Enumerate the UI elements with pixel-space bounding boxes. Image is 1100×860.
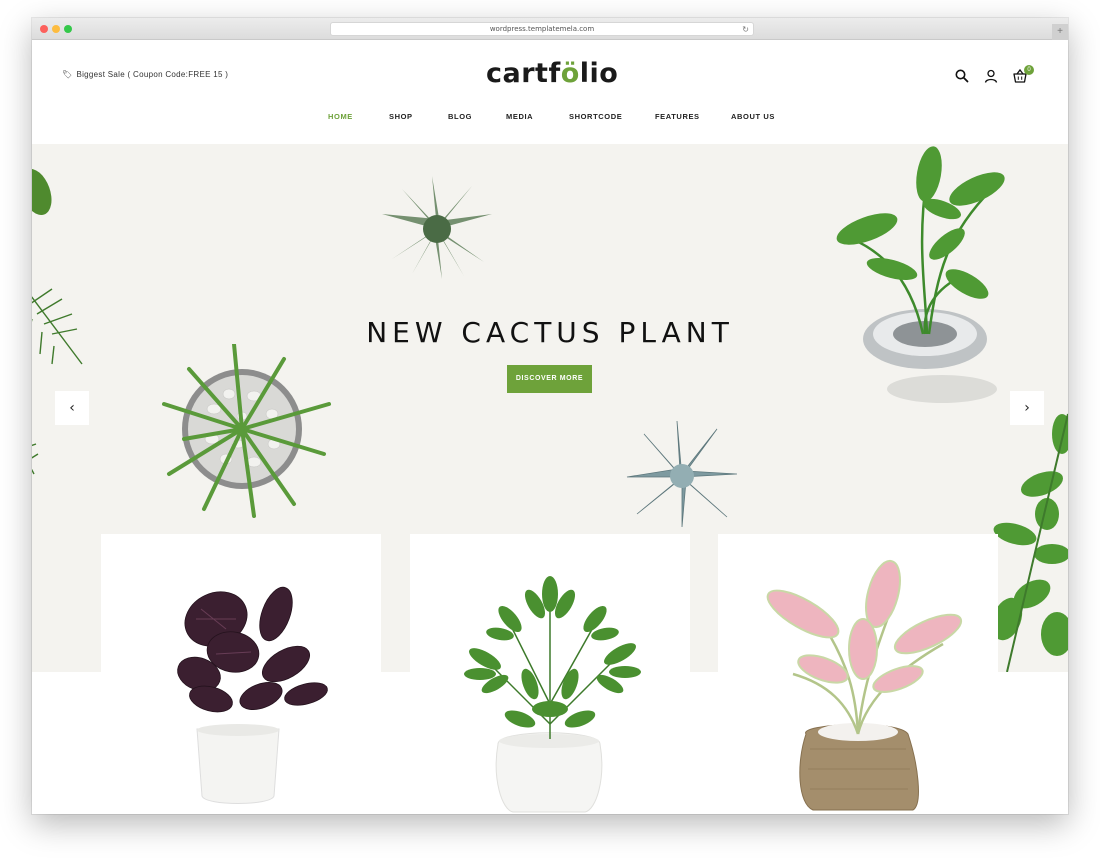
nav-item-media[interactable]: MEDIA xyxy=(506,112,533,121)
schefflera-plant-image xyxy=(464,576,641,813)
logo-prefix: cartf xyxy=(486,58,561,89)
search-icon[interactable] xyxy=(954,68,970,84)
site-logo[interactable]: cartfölio xyxy=(486,58,618,89)
nav-item-blog[interactable]: BLOG xyxy=(448,112,472,121)
nav-item-about-us[interactable]: ABOUT US xyxy=(731,112,775,121)
product-card-calathea[interactable] xyxy=(101,534,381,814)
address-url: wordpress.templatemela.com xyxy=(489,25,595,33)
slider-prev-arrow[interactable]: ‹ xyxy=(55,391,89,425)
reload-icon[interactable]: ↻ xyxy=(742,23,749,36)
logo-suffix: lio xyxy=(579,58,619,89)
product-card-aglaonema[interactable] xyxy=(718,534,998,814)
nav-item-features[interactable]: FEATURES xyxy=(655,112,700,121)
product-card-schefflera[interactable] xyxy=(410,534,690,814)
dark-calathea-plant-image xyxy=(177,586,328,804)
close-window-button[interactable] xyxy=(40,25,48,33)
nav-item-shortcode[interactable]: SHORTCODE xyxy=(569,112,622,121)
maximize-window-button[interactable] xyxy=(64,25,72,33)
agave-top-image xyxy=(382,176,492,279)
main-nav: HOME SHOP BLOG MEDIA SHORTCODE FEATURES … xyxy=(32,112,1068,124)
slider-next-arrow[interactable]: › xyxy=(1010,391,1044,425)
nav-item-home[interactable]: HOME xyxy=(328,112,353,121)
logo-leaf-o: ö xyxy=(560,58,580,89)
promo-banner: 🏷 Biggest Sale ( Coupon Code:FREE 15 ) xyxy=(62,70,228,79)
minimize-window-button[interactable] xyxy=(52,25,60,33)
drain-plant-image xyxy=(836,146,1005,403)
discover-more-button[interactable]: DISCOVER MORE xyxy=(507,365,592,393)
new-tab-button[interactable]: + xyxy=(1052,24,1068,40)
promo-text: Biggest Sale ( Coupon Code:FREE 15 ) xyxy=(76,70,229,79)
pink-aglaonema-plant-image xyxy=(766,559,963,811)
cart-count-badge: 0 xyxy=(1024,65,1034,75)
tag-icon: 🏷 xyxy=(62,70,73,79)
nav-item-shop[interactable]: SHOP xyxy=(389,112,413,121)
user-icon[interactable] xyxy=(983,68,999,84)
succulent-image xyxy=(626,420,738,528)
browser-chrome: wordpress.templatemela.com ↻ + xyxy=(32,18,1068,40)
address-bar[interactable]: wordpress.templatemela.com ↻ xyxy=(330,22,754,36)
pebble-pot-plant-image xyxy=(162,344,331,518)
browser-window: wordpress.templatemela.com ↻ + 🏷 Biggest … xyxy=(32,18,1068,814)
